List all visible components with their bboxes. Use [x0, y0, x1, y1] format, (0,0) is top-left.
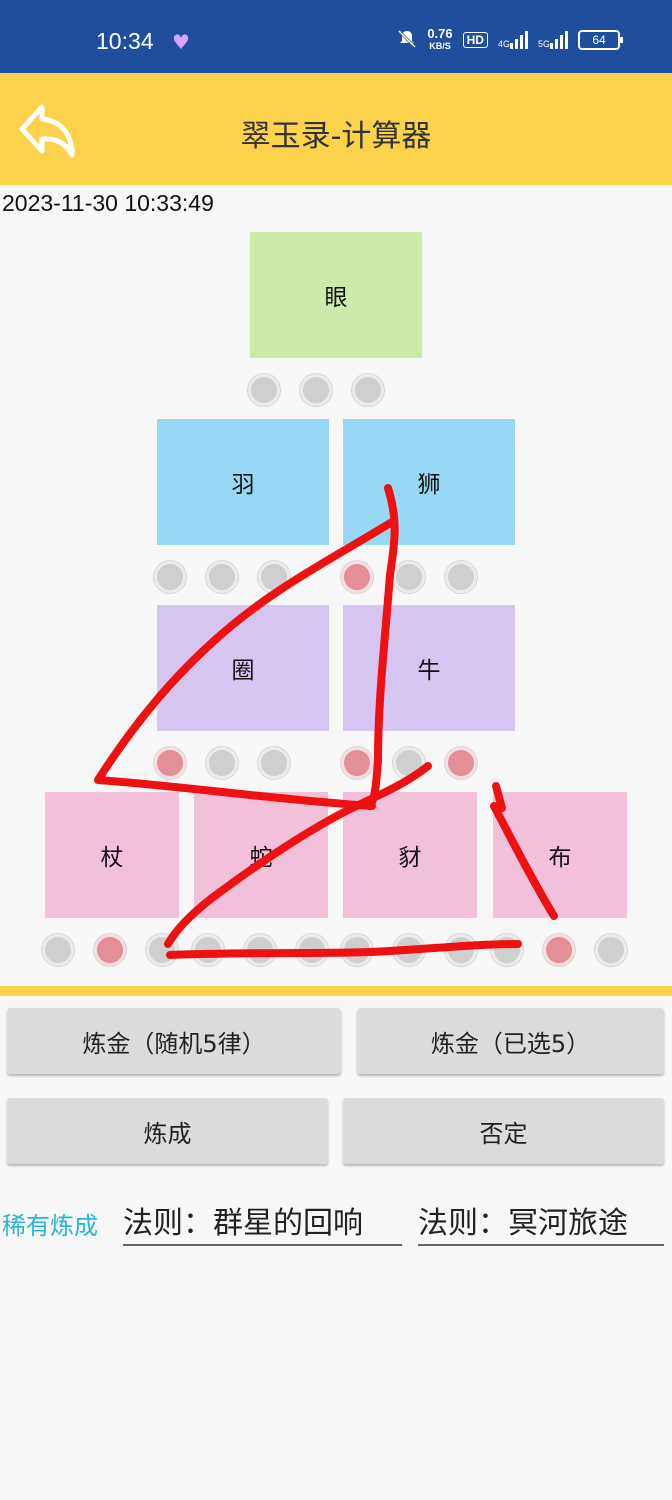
selector-dot[interactable] [595, 934, 627, 966]
selector-dot[interactable] [258, 747, 290, 779]
tile-eye[interactable]: 眼 [250, 232, 422, 358]
deny-button[interactable]: 否定 [343, 1098, 664, 1164]
selector-dot[interactable] [341, 934, 373, 966]
tile-jackal[interactable]: 豺 [343, 792, 477, 918]
selector-dot[interactable] [352, 374, 384, 406]
status-time: 10:34 [96, 28, 154, 54]
status-icons: 0.76 KB/S HD 4G 5G 64 [397, 26, 623, 52]
alchemy-random-button[interactable]: 炼金（随机5律） [7, 1008, 341, 1074]
forge-button[interactable]: 炼成 [7, 1098, 328, 1164]
hd-badge: HD [462, 32, 488, 48]
battery-icon: 64 [578, 30, 623, 50]
selector-dot[interactable] [296, 934, 328, 966]
selector-dot[interactable] [248, 374, 280, 406]
selector-dot[interactable] [146, 934, 178, 966]
selector-dot[interactable] [154, 561, 186, 593]
app-bar: 翠玉录-计算器 [0, 73, 672, 185]
net-speed-value: 0.76 [427, 26, 453, 41]
mute-bell-icon [397, 29, 417, 52]
signal-5g: 5G [538, 31, 568, 49]
selector-dot[interactable] [543, 934, 575, 966]
tile-ox[interactable]: 牛 [343, 605, 515, 731]
net-speed: 0.76 KB/S [427, 26, 453, 52]
signal-bars-icon [550, 31, 568, 49]
tile-feather[interactable]: 羽 [157, 419, 329, 545]
alchemy-selected-button[interactable]: 炼金（已选5） [357, 1008, 664, 1074]
selector-dot[interactable] [341, 747, 373, 779]
timestamp: 2023-11-30 10:33:49 [2, 190, 214, 216]
section-divider [0, 986, 672, 996]
selector-dot[interactable] [192, 934, 224, 966]
signal-bars-icon [509, 31, 528, 49]
red-scribble-annotation [94, 484, 558, 959]
selector-dot[interactable] [154, 747, 186, 779]
selector-dot[interactable] [206, 561, 238, 593]
selector-dot[interactable] [94, 934, 126, 966]
selector-dot[interactable] [393, 934, 425, 966]
tile-lion[interactable]: 狮 [343, 419, 515, 545]
selector-dot[interactable] [393, 561, 425, 593]
selector-dot[interactable] [42, 934, 74, 966]
selector-dot[interactable] [393, 747, 425, 779]
heart-icon: ♥ [172, 30, 190, 54]
law-field-1[interactable]: 法则：群星的回响 [123, 1198, 402, 1246]
selector-dot[interactable] [300, 374, 332, 406]
selector-dot[interactable] [258, 561, 290, 593]
tile-snake[interactable]: 蛇 [194, 792, 328, 918]
tile-staff[interactable]: 杖 [45, 792, 179, 918]
status-bar: 10:34 ♥ 0.76 KB/S HD 4G 5G 64 [0, 0, 672, 73]
tile-ring[interactable]: 圈 [157, 605, 329, 731]
selector-dot[interactable] [341, 561, 373, 593]
rare-forge-label: 稀有炼成 [2, 1212, 98, 1240]
selector-dot[interactable] [206, 747, 238, 779]
selector-dot[interactable] [445, 747, 477, 779]
selector-dot[interactable] [491, 934, 523, 966]
signal-4g: 4G [498, 31, 528, 49]
net-speed-unit: KB/S [429, 41, 451, 51]
selector-dot[interactable] [445, 561, 477, 593]
law-field-2[interactable]: 法则：冥河旅途 [418, 1198, 664, 1246]
selector-dot[interactable] [244, 934, 276, 966]
page-title: 翠玉录-计算器 [240, 119, 432, 154]
selector-dot[interactable] [445, 934, 477, 966]
tile-cloth[interactable]: 布 [493, 792, 627, 918]
